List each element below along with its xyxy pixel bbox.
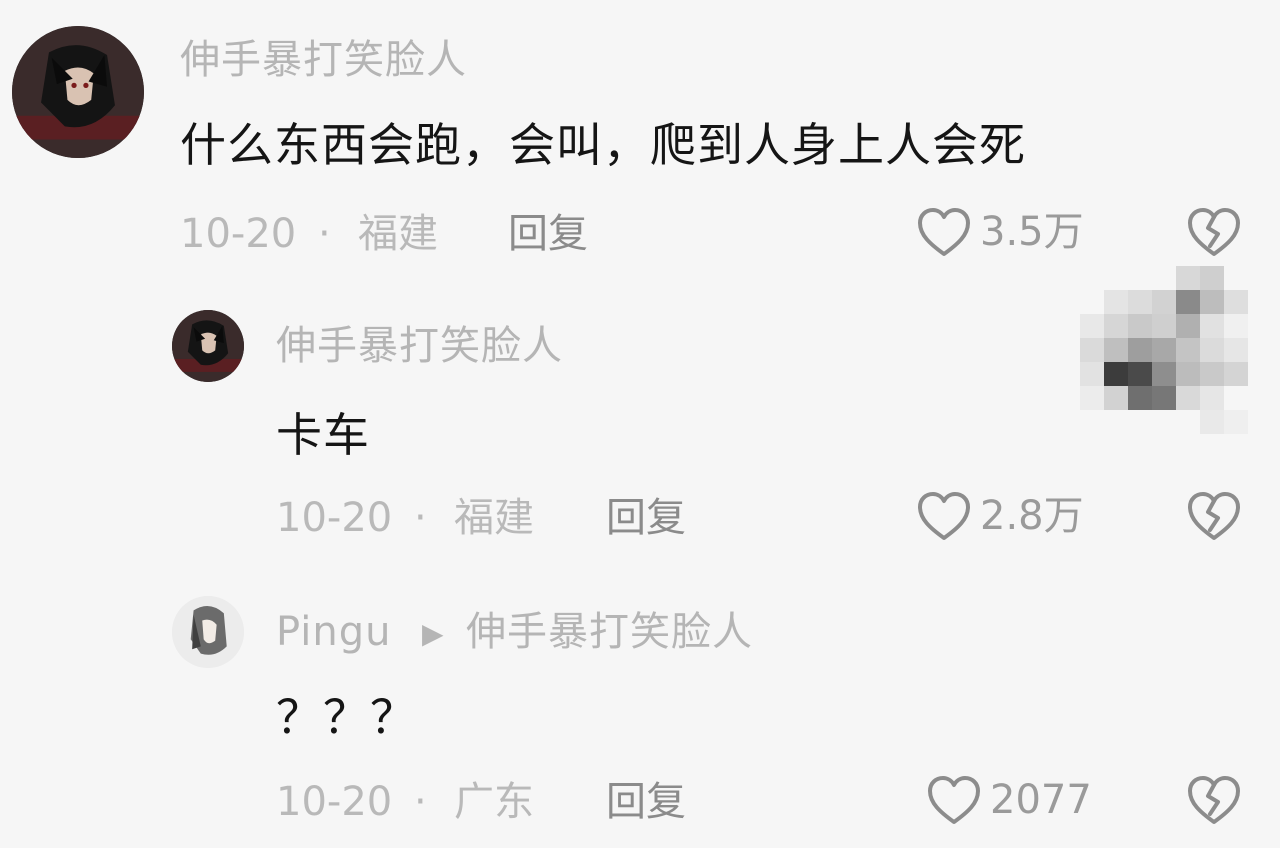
mosaic-tile: [1128, 290, 1152, 314]
mosaic-tile: [1176, 386, 1200, 410]
mosaic-tile: [1104, 338, 1128, 362]
mosaic-tile: [1128, 314, 1152, 338]
comment-username[interactable]: Pingu: [276, 612, 391, 652]
broken-heart-icon: [1186, 776, 1242, 830]
dislike-button[interactable]: [1186, 206, 1242, 262]
mosaic-tile: [1128, 362, 1152, 386]
like-count: 3.5万: [980, 209, 1084, 255]
like-button[interactable]: 3.5万: [916, 206, 1084, 258]
meta-separator: ·: [318, 211, 331, 257]
mosaic-tile: [1200, 386, 1224, 410]
mosaic-tile: [1128, 386, 1152, 410]
pixelated-censor-block: [1080, 266, 1250, 434]
comment-location: 广东: [454, 779, 534, 825]
meta-separator: ·: [414, 779, 427, 825]
comment-text: ？？？: [276, 690, 417, 744]
mosaic-tile: [1176, 314, 1200, 338]
mosaic-tile: [1152, 290, 1176, 314]
mosaic-tile: [1176, 290, 1200, 314]
like-button[interactable]: 2077: [926, 774, 1092, 826]
mosaic-tile: [1080, 314, 1104, 338]
mosaic-tile: [1200, 362, 1224, 386]
heart-outline-icon: [916, 206, 972, 258]
mosaic-tile: [1176, 362, 1200, 386]
mosaic-tile: [1104, 362, 1128, 386]
mosaic-tile: [1200, 410, 1224, 434]
mosaic-tile: [1224, 410, 1248, 434]
dislike-button[interactable]: [1186, 490, 1242, 546]
mosaic-tile: [1152, 338, 1176, 362]
like-count: 2077: [990, 777, 1092, 823]
broken-heart-icon: [1186, 492, 1242, 546]
avatar[interactable]: [172, 310, 244, 382]
mosaic-tile: [1152, 314, 1176, 338]
mosaic-tile: [1080, 362, 1104, 386]
comment-text: 什么东西会跑，会叫，爬到人身上人会死: [180, 118, 1026, 172]
mosaic-tile: [1224, 362, 1248, 386]
reply-to-username[interactable]: 伸手暴打笑脸人: [466, 612, 753, 652]
comment-username[interactable]: 伸手暴打笑脸人: [276, 326, 563, 366]
heart-outline-icon: [916, 490, 972, 542]
mosaic-tile: [1080, 338, 1104, 362]
comment-username[interactable]: 伸手暴打笑脸人: [180, 40, 467, 80]
reply-button[interactable]: 回复: [606, 498, 686, 538]
mosaic-tile: [1080, 386, 1104, 410]
mosaic-tile: [1104, 386, 1128, 410]
mosaic-tile: [1104, 314, 1128, 338]
mosaic-tile: [1104, 290, 1128, 314]
comment-text: 卡车: [276, 408, 370, 462]
like-button[interactable]: 2.8万: [916, 490, 1084, 542]
mosaic-tile: [1200, 266, 1224, 290]
mosaic-tile: [1152, 362, 1176, 386]
mosaic-tile: [1224, 314, 1248, 338]
dislike-button[interactable]: [1186, 774, 1242, 830]
comment-date: 10-20: [276, 779, 393, 825]
triangle-right-icon: ▶: [422, 617, 444, 650]
heart-outline-icon: [926, 774, 982, 826]
mosaic-tile: [1224, 338, 1248, 362]
reply-button[interactable]: 回复: [508, 214, 588, 254]
mosaic-tile: [1152, 386, 1176, 410]
comment-location: 福建: [454, 495, 534, 541]
mosaic-tile: [1200, 290, 1224, 314]
mosaic-tile: [1224, 290, 1248, 314]
comment-location: 福建: [358, 211, 438, 257]
comment-date: 10-20: [276, 495, 393, 541]
meta-separator: ·: [414, 495, 427, 541]
mosaic-tile: [1128, 338, 1152, 362]
avatar[interactable]: [172, 596, 244, 668]
avatar[interactable]: [12, 26, 144, 158]
mosaic-tile: [1176, 338, 1200, 362]
mosaic-tile: [1200, 314, 1224, 338]
like-count: 2.8万: [980, 493, 1084, 539]
broken-heart-icon: [1186, 208, 1242, 262]
reply-button[interactable]: 回复: [606, 782, 686, 822]
mosaic-tile: [1176, 266, 1200, 290]
comment-date: 10-20: [180, 211, 297, 257]
mosaic-tile: [1200, 338, 1224, 362]
